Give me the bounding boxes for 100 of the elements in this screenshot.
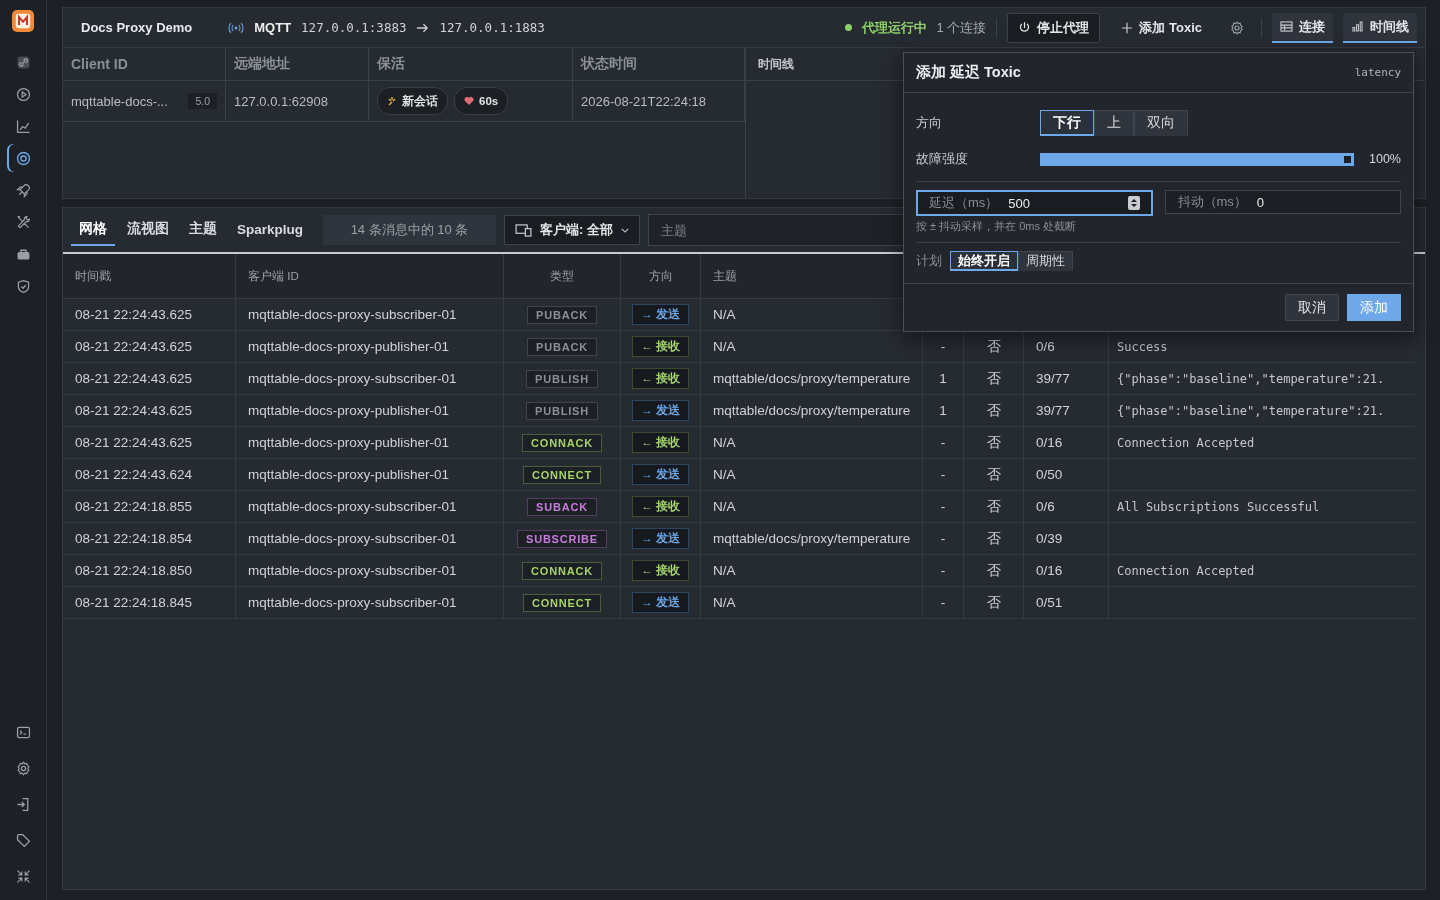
number-field[interactable]: 延迟（ms） 500 [916, 190, 1153, 216]
table-cell: Connection Accepted [1109, 555, 1414, 587]
direction-tag: → 发送 [632, 592, 689, 613]
table-cell: - [923, 459, 964, 491]
table-cell: 1 [923, 395, 964, 427]
view-tab[interactable]: 时间线 [1343, 12, 1417, 43]
strength-slider[interactable] [1040, 152, 1354, 166]
direction-tag: ← 接收 [632, 336, 689, 357]
direction-tag: → 发送 [632, 304, 689, 325]
toxic-type-label: latency [1354, 66, 1401, 79]
view-tab[interactable]: 主题 [181, 214, 225, 246]
version-tag: 5.0 [188, 93, 217, 109]
direction-tag: ← 接收 [632, 368, 689, 389]
table-cell: 08-21 22:24:43.625 [63, 363, 236, 395]
table-cell: All Subscriptions Successful [1109, 491, 1414, 523]
table-cell: 0/39 [1024, 523, 1109, 555]
schedule-option[interactable]: 始终开启 [950, 251, 1018, 271]
table-cell: mqttable-docs-proxy-publisher-01 [236, 395, 504, 427]
column-header: 类型 [504, 254, 621, 299]
play-icon [14, 85, 32, 103]
logo-icon [12, 10, 34, 32]
view-tab[interactable]: 流视图 [119, 214, 177, 246]
devices-icon [515, 223, 532, 237]
settings-icon[interactable] [1229, 19, 1245, 36]
table-cell: - [923, 523, 964, 555]
table-cell: 否 [964, 459, 1024, 491]
table-cell: mqttable-docs-proxy-subscriber-01 [236, 299, 504, 331]
view-tab[interactable]: Sparkplug [229, 215, 311, 245]
table-cell: 08-21 22:24:18.854 [63, 523, 236, 555]
table-cell: mqttable-docs-proxy-subscriber-01 [236, 363, 504, 395]
packet-type-tag: CONNACK [522, 433, 602, 452]
table-cell: 否 [964, 427, 1024, 459]
table-cell: 0/16 [1024, 555, 1109, 587]
broadcast-icon [228, 21, 245, 34]
table-icon [1280, 21, 1293, 32]
dialog-title: 添加 延迟 Toxic [916, 63, 1021, 82]
table-cell: mqttable/docs/proxy/temperature [701, 363, 923, 395]
message-count: 14 条消息中的 10 条 [323, 215, 496, 245]
direction-tag: → 发送 [632, 464, 689, 485]
table-cell: 否 [964, 363, 1024, 395]
schedule-label: 计划 [916, 252, 942, 270]
column-header: 客户端 ID [236, 254, 504, 299]
table-cell: mqttable-docs-proxy-publisher-01 [236, 331, 504, 363]
remote-address: 127.0.0.1:62908 [226, 81, 369, 122]
stop-proxy-button[interactable]: 停止代理 [1007, 12, 1101, 43]
table-cell: N/A [701, 459, 923, 491]
add-toxic-button[interactable]: 添加 Toxic [1110, 12, 1213, 43]
table-cell: 否 [964, 491, 1024, 523]
rocket-icon [14, 181, 32, 199]
table-cell: 08-21 22:24:43.624 [63, 459, 236, 491]
arrow-right-icon [416, 22, 430, 33]
chevron-down-icon [620, 227, 629, 233]
stepper-icon[interactable] [1127, 196, 1140, 210]
table-cell: 08-21 22:24:18.850 [63, 555, 236, 587]
tag-icon [14, 831, 32, 849]
column-header: 状态时间 [573, 48, 745, 81]
session-badge: 新会话 [377, 87, 448, 115]
status-dot [844, 24, 852, 31]
table-cell: mqttable-docs-proxy-subscriber-01 [236, 555, 504, 587]
table-cell: 08-21 22:24:43.625 [63, 299, 236, 331]
packet-type-tag: PUBACK [527, 337, 597, 356]
hint-text: 按 ± 抖动采样，并在 0ms 处截断 [916, 219, 1078, 234]
table-cell: N/A [701, 491, 923, 523]
table-cell: 否 [964, 395, 1024, 427]
proxy-title: Docs Proxy Demo [81, 20, 193, 35]
table-cell: - [923, 587, 964, 619]
table-cell: 08-21 22:24:43.625 [63, 427, 236, 459]
direction-option[interactable]: 下行 [1040, 110, 1094, 136]
column-header: Client ID [63, 48, 226, 81]
table-cell: 0/50 [1024, 459, 1109, 491]
packet-type-tag: SUBACK [527, 497, 597, 516]
table-cell: mqttable/docs/proxy/temperature [701, 395, 923, 427]
table-cell: 否 [964, 587, 1024, 619]
upstream-address: 127.0.0.1:1883 [439, 20, 545, 35]
connection-count: 1 个连接 [936, 18, 987, 37]
plus-icon [1121, 21, 1134, 34]
column-header: 远端地址 [226, 48, 369, 81]
cancel-button[interactable]: 取消 [1285, 294, 1339, 321]
table-cell: 08-21 22:24:18.845 [63, 587, 236, 619]
view-tab[interactable]: 网格 [71, 214, 115, 246]
direction-tag: ← 接收 [632, 496, 689, 517]
direction-option[interactable]: 双向 [1134, 110, 1188, 136]
schedule-option[interactable]: 周期性 [1018, 251, 1073, 271]
table-cell: N/A [701, 555, 923, 587]
direction-tag: → 发送 [632, 528, 689, 549]
proxy-status: 代理运行中 [861, 18, 927, 37]
direction-label: 方向 [916, 114, 943, 132]
table-cell: mqttable-docs-proxy-publisher-01 [236, 459, 504, 491]
table-cell: 否 [964, 523, 1024, 555]
view-tab[interactable]: 连接 [1272, 12, 1333, 43]
packet-type-tag: PUBACK [527, 305, 597, 324]
direction-option[interactable]: 上 [1094, 110, 1134, 136]
packet-type-tag: PUBLISH [526, 369, 598, 388]
strength-label: 故障强度 [916, 150, 969, 168]
direction-tag: → 发送 [632, 400, 689, 421]
table-cell: mqttable-docs-proxy-subscriber-01 [236, 523, 504, 555]
client-id: mqttable-docs-... [71, 93, 168, 109]
state-time: 2026-08-21T22:24:18 [573, 81, 745, 122]
input-field[interactable]: 抖动（ms） 0 [1164, 190, 1401, 214]
client-filter[interactable]: 客户端: 全部 [504, 215, 640, 245]
